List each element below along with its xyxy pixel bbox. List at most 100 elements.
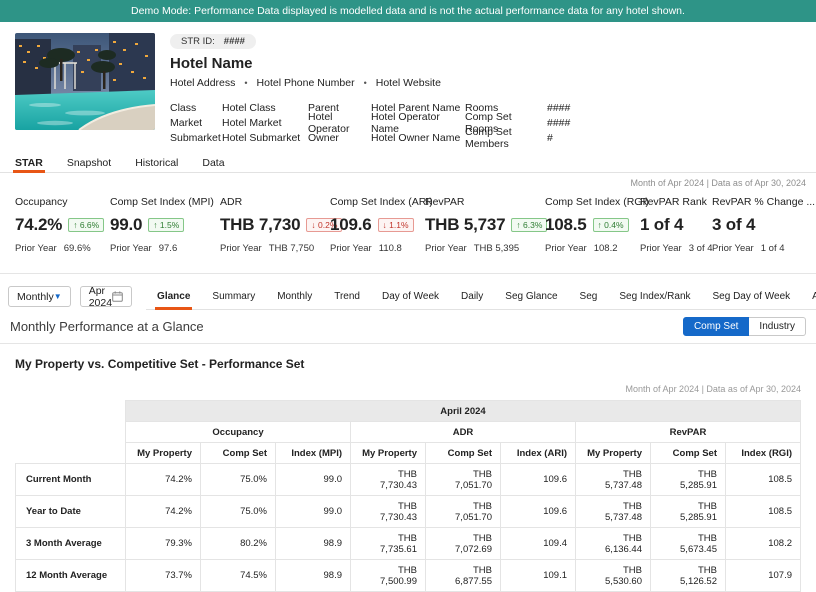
cell: THB 6,877.55	[425, 559, 501, 592]
cell: THB 7,051.70	[425, 463, 501, 496]
subtab-day-of-week[interactable]: Day of Week	[371, 283, 450, 309]
tab-label: STAR	[15, 156, 43, 169]
hotel-phone: Hotel Phone Number	[256, 77, 355, 89]
change-value: 0.4%	[604, 220, 624, 230]
cell: THB 7,051.70	[425, 495, 501, 528]
cell: 74.2%	[125, 463, 201, 496]
cell: 109.6	[500, 463, 576, 496]
subtab-additional-revenue[interactable]: Additional Revenue	[801, 283, 816, 309]
cell: THB 5,737.48	[575, 495, 651, 528]
frequency-select[interactable]: Monthly ▼	[8, 286, 71, 307]
chevron-down-icon: ▼	[53, 292, 62, 301]
cell: 98.9	[275, 559, 351, 592]
column-header: Index (MPI)	[275, 442, 351, 464]
kpi-value: 109.6	[330, 215, 372, 234]
cell: THB 7,072.69	[425, 527, 501, 560]
row-label: Year to Date	[15, 495, 126, 528]
cell: THB 5,285.91	[650, 463, 726, 496]
change-badge: ↑ 1.5%	[148, 218, 185, 232]
str-id-value: ####	[223, 36, 245, 47]
kpi-mpi: Comp Set Index (MPI) 99.0 ↑ 1.5% Prior Y…	[110, 196, 220, 254]
str-id-badge: STR ID: ####	[170, 34, 256, 49]
cell: THB 7,730.43	[350, 463, 426, 496]
table-as-of-line: Month of Apr 2024 | Data as of Apr 30, 2…	[625, 384, 801, 394]
subtab-seg-glance[interactable]: Seg Glance	[494, 283, 568, 309]
cell: THB 7,500.99	[350, 559, 426, 592]
comp-set-button[interactable]: Comp Set	[682, 317, 750, 336]
hotel-website: Hotel Website	[375, 77, 441, 89]
detail-value: Hotel Owner Name	[371, 131, 461, 144]
cell: 107.9	[725, 559, 801, 592]
prior-year-value: THB 7,750	[268, 243, 315, 254]
tab-snapshot[interactable]: Snapshot	[55, 153, 123, 172]
kpi-value: THB 7,730	[220, 215, 301, 234]
kpi-title: ADR	[220, 196, 243, 208]
calendar-icon	[112, 291, 123, 302]
dot-separator	[244, 77, 247, 89]
table-row: 12 Month Average 73.7% 74.5% 98.9 THB 7,…	[15, 559, 801, 592]
row-label: 3 Month Average	[15, 527, 126, 560]
subtab-daily[interactable]: Daily	[450, 283, 494, 309]
column-header: My Property	[350, 442, 426, 464]
kpi-value: 99.0	[110, 215, 143, 234]
group-header-revpar: RevPAR	[575, 421, 801, 443]
kpi-title: Occupancy	[15, 196, 68, 208]
kpi-row: Occupancy 74.2% ↑ 6.6% Prior Year 69.6% C…	[0, 188, 816, 254]
change-badge: ↑ 0.4%	[592, 218, 629, 232]
change-value: 6.6%	[79, 220, 100, 230]
up-arrow-icon: ↑	[516, 220, 521, 230]
prior-year-label: Prior Year	[545, 243, 587, 254]
subtab-label: Trend	[334, 290, 360, 302]
detail-group-classification: Class Hotel Class Market Hotel Market Su…	[170, 100, 308, 145]
prior-year-label: Prior Year	[15, 243, 57, 254]
subtab-seg-index-rank[interactable]: Seg Index/Rank	[608, 283, 701, 309]
row-label: 12 Month Average	[15, 559, 126, 592]
prior-year-label: Prior Year	[110, 243, 152, 254]
kpi-revpar-change-rank: RevPAR % Change ... 3 of 4 Prior Year 1 o…	[712, 196, 816, 254]
cell: 74.2%	[125, 495, 201, 528]
kpi-value: 3 of 4	[712, 215, 756, 234]
subtab-label: Day of Week	[381, 290, 440, 302]
subtab-monthly[interactable]: Monthly	[266, 283, 323, 309]
kpi-title: RevPAR Rank	[640, 196, 707, 208]
kpi-occupancy: Occupancy 74.2% ↑ 6.6% Prior Year 69.6%	[15, 196, 110, 254]
subtab-label: Monthly	[277, 290, 313, 302]
cell: 99.0	[275, 463, 351, 496]
tab-star[interactable]: STAR	[3, 153, 55, 173]
column-header: Comp Set	[200, 442, 276, 464]
row-label: Current Month	[15, 463, 126, 496]
subtab-label: Summary	[212, 290, 256, 302]
change-value: 6.3%	[523, 220, 543, 230]
subtab-summary[interactable]: Summary	[201, 283, 266, 309]
kpi-value: 108.5	[545, 215, 587, 234]
cell: 75.0%	[200, 495, 276, 528]
subtab-seg-day-of-week[interactable]: Seg Day of Week	[702, 283, 802, 309]
dot-separator	[364, 77, 367, 89]
subtab-trend[interactable]: Trend	[323, 283, 371, 309]
cell: 108.5	[725, 463, 801, 496]
prior-year-value: THB 5,395	[473, 243, 520, 254]
subtab-label: Additional Revenue	[812, 290, 816, 302]
cell: THB 5,673.45	[650, 527, 726, 560]
period-date-picker[interactable]: Apr 2024	[79, 285, 133, 309]
column-header: Index (RGI)	[725, 442, 801, 464]
hotel-info: STR ID: #### Hotel Name Hotel Address Ho…	[170, 33, 801, 150]
cell: 108.2	[725, 527, 801, 560]
tab-historical[interactable]: Historical	[123, 153, 190, 172]
hotel-details: Class Hotel Class Market Hotel Market Su…	[170, 100, 801, 150]
detail-label: Submarket	[170, 131, 221, 144]
detail-value: #	[547, 131, 553, 144]
industry-button[interactable]: Industry	[749, 317, 806, 336]
detail-label: Class	[170, 101, 197, 114]
tab-data[interactable]: Data	[190, 153, 236, 172]
change-value: 1.1%	[389, 220, 409, 230]
hotel-contact-line: Hotel Address Hotel Phone Number Hotel W…	[170, 77, 801, 89]
subtab-glance[interactable]: Glance	[146, 283, 201, 310]
sub-tab-bar: Glance Summary Monthly Trend Day of Week…	[146, 283, 816, 310]
cell: THB 7,735.61	[350, 527, 426, 560]
kpi-rgi: Comp Set Index (RGI) 108.5 ↑ 0.4% Prior …	[545, 196, 649, 254]
data-as-of-line: Month of Apr 2024 | Data as of Apr 30, 2…	[630, 178, 806, 188]
subtab-label: Seg Glance	[505, 290, 558, 302]
cell: THB 5,126.52	[650, 559, 726, 592]
subtab-seg[interactable]: Seg	[569, 283, 609, 309]
